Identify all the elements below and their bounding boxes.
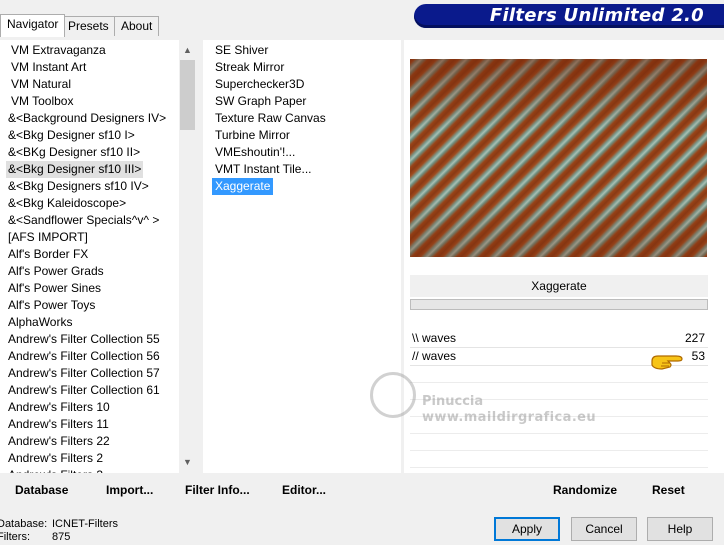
param-label: // waves [412, 349, 457, 363]
filter-item[interactable]: SE Shiver [212, 42, 271, 59]
category-item[interactable]: VM Natural [9, 76, 73, 93]
filter-item[interactable]: Texture Raw Canvas [212, 110, 329, 127]
pointing-hand-icon [651, 355, 683, 370]
param-row[interactable]: \\ waves 227 [410, 330, 708, 347]
filter-item[interactable]: Turbine Mirror [212, 127, 293, 144]
banner-title: Filters Unlimited 2.0 [489, 5, 704, 26]
category-item[interactable]: Andrew's Filters 11 [6, 416, 111, 433]
scroll-thumb[interactable] [180, 60, 195, 130]
filter-info-button[interactable]: Filter Info... [185, 476, 250, 504]
category-item[interactable]: VM Instant Art [9, 59, 88, 76]
category-item[interactable]: &<Bkg Designer sf10 I> [6, 127, 137, 144]
randomize-button[interactable]: Randomize [553, 476, 617, 504]
status-filters-label: Filters: [0, 531, 30, 543]
category-item[interactable]: AlphaWorks [6, 314, 74, 331]
param-value: 227 [684, 331, 705, 345]
category-item[interactable]: &<Bkg Designers sf10 IV> [6, 178, 151, 195]
category-item[interactable]: Andrew's Filters 10 [6, 399, 112, 416]
category-item[interactable]: &<Background Designers IV> [6, 110, 168, 127]
filter-name-bar [410, 299, 708, 310]
status-database-value: ICNET-Filters [52, 518, 118, 530]
category-item[interactable]: Alf's Border FX [6, 246, 90, 263]
category-item[interactable]: Alf's Power Sines [6, 280, 103, 297]
category-item[interactable]: &<Bkg Designer sf10 III> [6, 161, 144, 178]
status-filters-value: 875 [52, 531, 71, 543]
category-item[interactable]: VM Extravaganza [9, 42, 108, 59]
category-item[interactable]: Andrew's Filter Collection 56 [6, 348, 162, 365]
filter-preview-image [410, 59, 707, 257]
scroll-down-icon[interactable]: ▼ [179, 454, 196, 471]
param-value: 53 [691, 349, 705, 363]
reset-button[interactable]: Reset [652, 476, 685, 504]
preview-shade [410, 59, 707, 257]
filter-item[interactable]: SW Graph Paper [212, 93, 309, 110]
filter-item[interactable]: Xaggerate [212, 178, 274, 195]
category-list[interactable]: VM Extravaganza VM Instant Art VM Natural V… [0, 40, 196, 473]
watermark-name: Pinuccia [422, 394, 484, 409]
status-database-label: Database: [0, 518, 48, 530]
editor-button[interactable]: Editor... [282, 476, 326, 504]
category-item[interactable]: &<Bkg Kaleidoscope> [6, 195, 128, 212]
category-item[interactable]: Andrew's Filters 22 [6, 433, 112, 450]
tab-presets[interactable]: Presets [61, 16, 116, 36]
category-item[interactable]: Andrew's Filters 3 [6, 467, 105, 473]
category-item[interactable]: Alf's Power Grads [6, 263, 106, 280]
param-label: \\ waves [412, 331, 457, 345]
category-item[interactable]: Andrew's Filter Collection 61 [6, 382, 162, 399]
help-button[interactable]: Help [647, 517, 713, 541]
tab-about[interactable]: About [114, 16, 160, 36]
category-item[interactable]: Andrew's Filter Collection 57 [6, 365, 162, 382]
category-item[interactable]: Alf's Power Toys [6, 297, 97, 314]
category-item[interactable]: &<BKg Designer sf10 II> [6, 144, 142, 161]
category-scrollbar[interactable]: ▲ ▼ [179, 40, 196, 473]
import-button[interactable]: Import... [106, 476, 153, 504]
selected-filter-name: Xaggerate [410, 275, 708, 297]
category-item[interactable]: VM Toolbox [9, 93, 75, 110]
watermark: Pinuccia www.maildirgrafica.eu [370, 372, 600, 432]
title-banner: Filters Unlimited 2.0 [414, 4, 724, 28]
watermark-logo-icon [370, 372, 416, 418]
filter-item[interactable]: Superchecker3D [212, 76, 307, 93]
apply-button[interactable]: Apply [494, 517, 560, 541]
category-item[interactable]: Andrew's Filter Collection 55 [6, 331, 162, 348]
watermark-url: www.maildirgrafica.eu [422, 410, 597, 425]
category-item[interactable]: [AFS IMPORT] [6, 229, 90, 246]
scroll-up-icon[interactable]: ▲ [179, 42, 196, 59]
database-button[interactable]: Database [15, 476, 68, 504]
param-slot-empty [410, 434, 708, 451]
category-item[interactable]: &<Sandflower Specials^v^ > [6, 212, 161, 229]
tab-navigator[interactable]: Navigator [0, 14, 66, 37]
filter-item[interactable]: Streak Mirror [212, 59, 287, 76]
category-item[interactable]: Andrew's Filters 2 [6, 450, 105, 467]
cancel-button[interactable]: Cancel [571, 517, 637, 541]
filter-item[interactable]: VMEshoutin'!... [212, 144, 298, 161]
filter-item[interactable]: VMT Instant Tile... [212, 161, 314, 178]
param-slot-empty [410, 451, 708, 468]
